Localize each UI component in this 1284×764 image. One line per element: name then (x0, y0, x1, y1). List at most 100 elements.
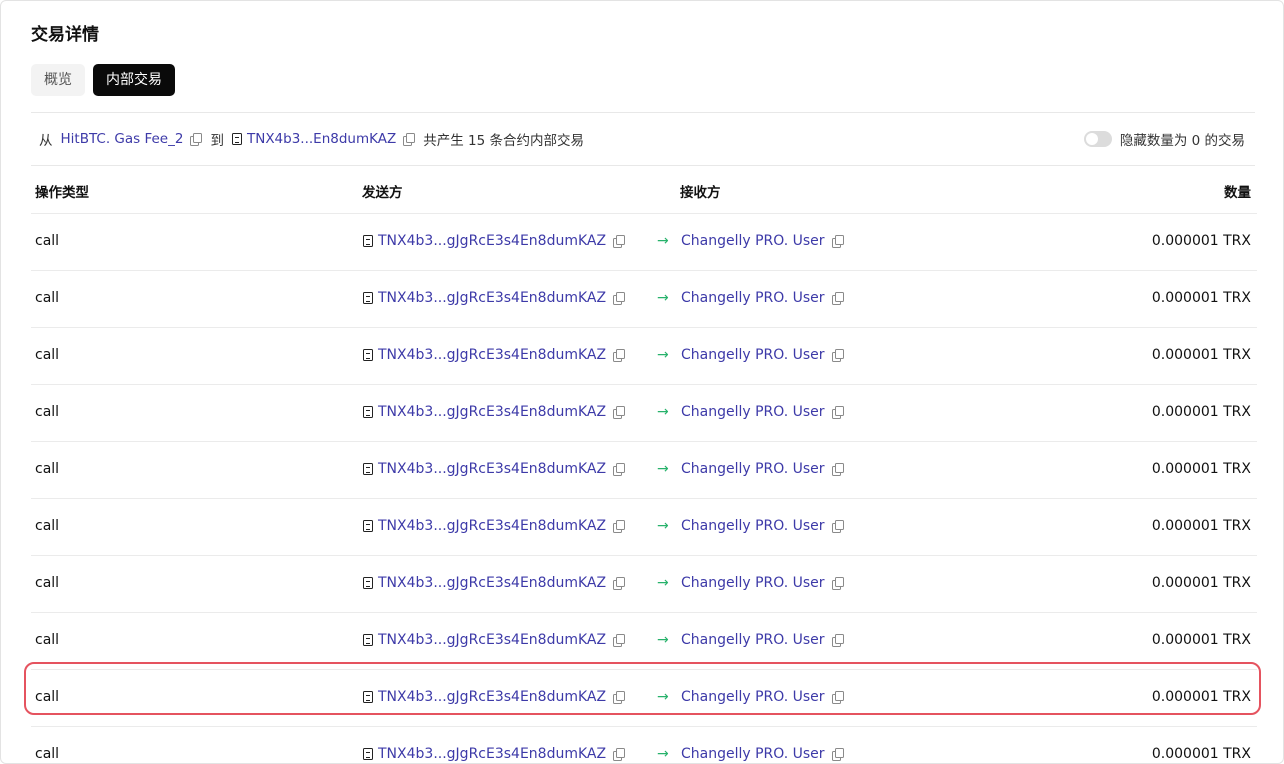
sender-address-link[interactable]: TNX4b3...gJgRcE3s4En8dumKAZ (378, 461, 606, 477)
receiver-cell: Changelly PRO. User (681, 404, 844, 420)
contract-icon (231, 133, 242, 145)
table-row: call TNX4b3...gJgRcE3s4En8dumKAZ → Chang… (31, 328, 1257, 385)
contract-icon (363, 748, 373, 760)
table-row: call TNX4b3...gJgRcE3s4En8dumKAZ → Chang… (31, 499, 1257, 556)
op-type: call (35, 689, 60, 705)
amount: 0.000001 TRX (1151, 632, 1251, 648)
tab-bar: 概览 内部交易 (31, 64, 175, 96)
sender-address-link[interactable]: TNX4b3...gJgRcE3s4En8dumKAZ (378, 347, 606, 363)
op-type: call (35, 404, 60, 420)
copy-icon[interactable] (831, 634, 844, 647)
hide-zero-toggle[interactable] (1083, 131, 1112, 147)
hide-zero-label: 隐藏数量为 0 的交易 (1119, 133, 1245, 149)
receiver-cell: Changelly PRO. User (681, 518, 844, 534)
contract-icon (363, 520, 373, 532)
receiver-cell: Changelly PRO. User (681, 347, 844, 363)
receiver-cell: Changelly PRO. User (681, 575, 844, 591)
copy-icon[interactable] (403, 133, 416, 146)
op-type: call (35, 632, 60, 648)
sender-address-link[interactable]: TNX4b3...gJgRcE3s4En8dumKAZ (378, 632, 606, 648)
copy-icon[interactable] (613, 349, 626, 362)
sender-address-link[interactable]: TNX4b3...gJgRcE3s4En8dumKAZ (378, 233, 606, 249)
copy-icon[interactable] (190, 133, 203, 146)
receiver-cell: Changelly PRO. User (681, 689, 844, 705)
tab-internal-transactions[interactable]: 内部交易 (93, 64, 175, 96)
copy-icon[interactable] (613, 634, 626, 647)
copy-icon[interactable] (831, 292, 844, 305)
op-type: call (35, 518, 60, 534)
copy-icon[interactable] (613, 520, 626, 533)
copy-icon[interactable] (613, 691, 626, 704)
sender-address-link[interactable]: TNX4b3...gJgRcE3s4En8dumKAZ (378, 290, 606, 306)
contract-icon (363, 577, 373, 589)
internal-tx-count: 共产生 15 条合约内部交易 (423, 133, 584, 149)
amount: 0.000001 TRX (1151, 746, 1251, 762)
tab-overview[interactable]: 概览 (31, 64, 85, 96)
to-address-link[interactable]: TNX4b3...En8dumKAZ (247, 131, 396, 147)
copy-icon[interactable] (831, 406, 844, 419)
copy-icon[interactable] (831, 520, 844, 533)
header-type: 操作类型 (35, 185, 89, 201)
arrow-right-icon: → (657, 290, 669, 306)
sender-cell: TNX4b3...gJgRcE3s4En8dumKAZ (363, 689, 626, 705)
copy-icon[interactable] (831, 748, 844, 761)
copy-icon[interactable] (831, 463, 844, 476)
receiver-address-link[interactable]: Changelly PRO. User (681, 575, 825, 591)
arrow-right-icon: → (657, 689, 669, 705)
copy-icon[interactable] (831, 349, 844, 362)
sender-cell: TNX4b3...gJgRcE3s4En8dumKAZ (363, 575, 626, 591)
op-type: call (35, 575, 60, 591)
receiver-address-link[interactable]: Changelly PRO. User (681, 347, 825, 363)
sender-address-link[interactable]: TNX4b3...gJgRcE3s4En8dumKAZ (378, 689, 606, 705)
sender-address-link[interactable]: TNX4b3...gJgRcE3s4En8dumKAZ (378, 746, 606, 762)
sender-cell: TNX4b3...gJgRcE3s4En8dumKAZ (363, 233, 626, 249)
receiver-address-link[interactable]: Changelly PRO. User (681, 290, 825, 306)
from-label: 从 (39, 133, 53, 149)
copy-icon[interactable] (613, 463, 626, 476)
copy-icon[interactable] (613, 235, 626, 248)
table-row: call TNX4b3...gJgRcE3s4En8dumKAZ → Chang… (31, 442, 1257, 499)
copy-icon[interactable] (831, 235, 844, 248)
amount: 0.000001 TRX (1151, 347, 1251, 363)
receiver-address-link[interactable]: Changelly PRO. User (681, 689, 825, 705)
receiver-address-link[interactable]: Changelly PRO. User (681, 461, 825, 477)
op-type: call (35, 233, 60, 249)
receiver-address-link[interactable]: Changelly PRO. User (681, 404, 825, 420)
arrow-right-icon: → (657, 347, 669, 363)
amount: 0.000001 TRX (1151, 290, 1251, 306)
receiver-address-link[interactable]: Changelly PRO. User (681, 233, 825, 249)
header-to: 接收方 (680, 185, 721, 201)
sender-cell: TNX4b3...gJgRcE3s4En8dumKAZ (363, 404, 626, 420)
op-type: call (35, 290, 60, 306)
copy-icon[interactable] (831, 691, 844, 704)
contract-icon (363, 463, 373, 475)
receiver-address-link[interactable]: Changelly PRO. User (681, 632, 825, 648)
arrow-right-icon: → (657, 404, 669, 420)
arrow-right-icon: → (657, 746, 669, 762)
sender-address-link[interactable]: TNX4b3...gJgRcE3s4En8dumKAZ (378, 404, 606, 420)
amount: 0.000001 TRX (1151, 461, 1251, 477)
op-type: call (35, 746, 60, 762)
receiver-address-link[interactable]: Changelly PRO. User (681, 518, 825, 534)
op-type: call (35, 461, 60, 477)
sender-cell: TNX4b3...gJgRcE3s4En8dumKAZ (363, 461, 626, 477)
receiver-address-link[interactable]: Changelly PRO. User (681, 746, 825, 762)
hide-zero-toggle-group: 隐藏数量为 0 的交易 (1083, 129, 1245, 149)
copy-icon[interactable] (613, 406, 626, 419)
sender-cell: TNX4b3...gJgRcE3s4En8dumKAZ (363, 347, 626, 363)
sender-address-link[interactable]: TNX4b3...gJgRcE3s4En8dumKAZ (378, 518, 606, 534)
copy-icon[interactable] (613, 748, 626, 761)
sender-address-link[interactable]: TNX4b3...gJgRcE3s4En8dumKAZ (378, 575, 606, 591)
copy-icon[interactable] (613, 577, 626, 590)
table-row: call TNX4b3...gJgRcE3s4En8dumKAZ → Chang… (31, 214, 1257, 271)
copy-icon[interactable] (831, 577, 844, 590)
to-label: 到 (210, 133, 224, 149)
from-address-link[interactable]: HitBTC. Gas Fee_2 (61, 131, 184, 147)
copy-icon[interactable] (613, 292, 626, 305)
arrow-right-icon: → (657, 632, 669, 648)
summary-line: 从 HitBTC. Gas Fee_2 到 TNX4b3...En8dumKAZ… (39, 129, 584, 149)
receiver-cell: Changelly PRO. User (681, 632, 844, 648)
receiver-cell: Changelly PRO. User (681, 746, 844, 762)
header-from: 发送方 (362, 185, 403, 201)
contract-icon (363, 406, 373, 418)
